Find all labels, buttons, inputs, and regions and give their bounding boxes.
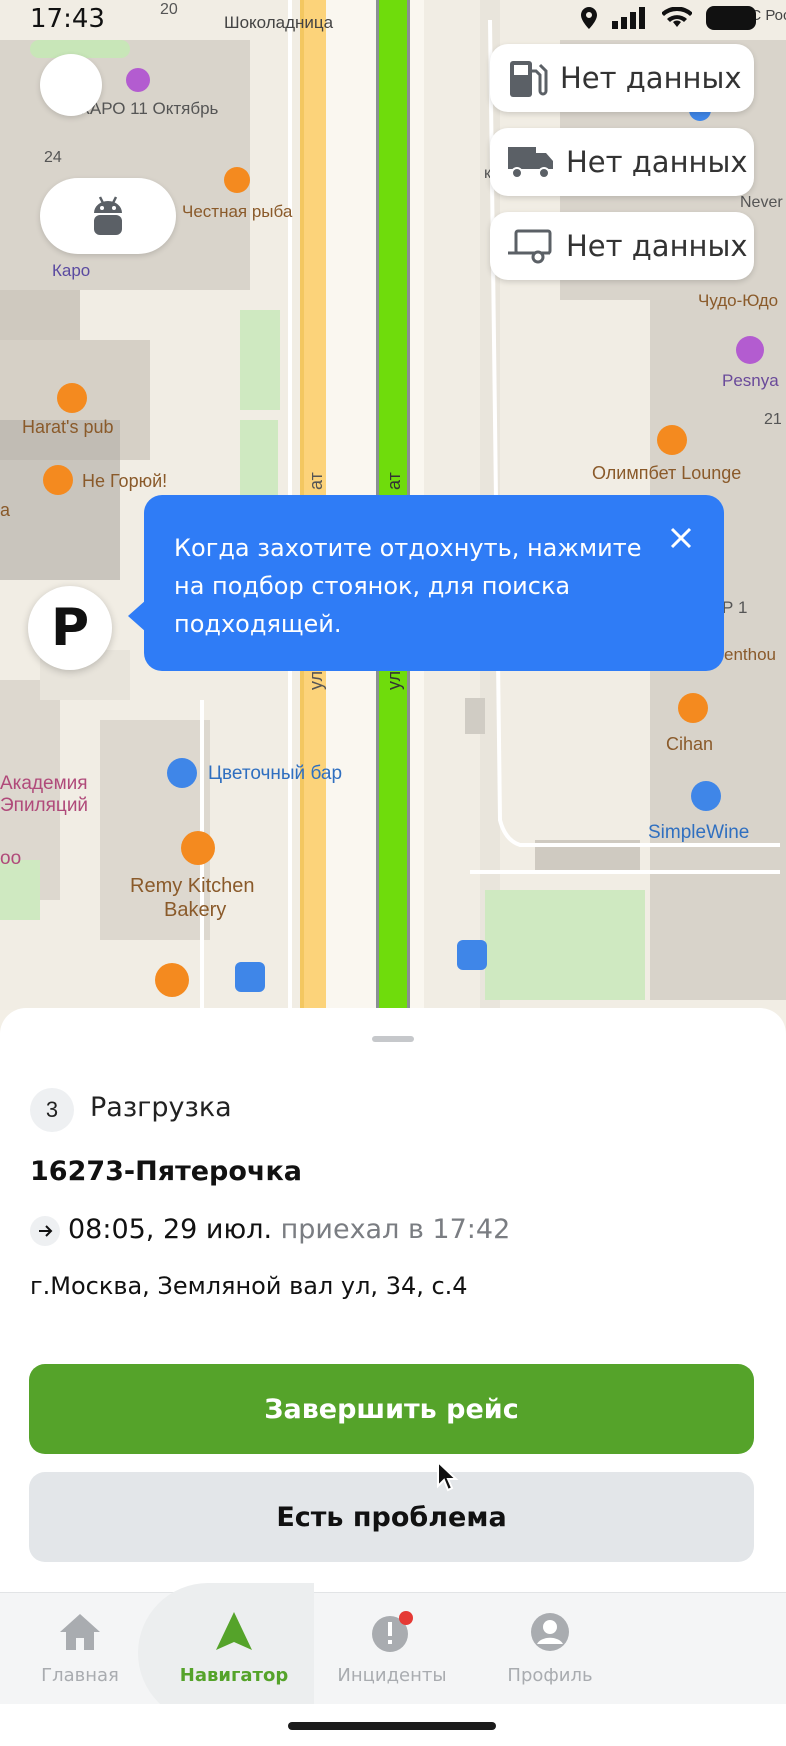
map-label: Чудо-Юдо: [698, 291, 778, 310]
home-indicator[interactable]: [288, 1722, 496, 1730]
truck-icon: [508, 147, 553, 179]
signal-icon: [612, 7, 645, 29]
map-label: Cihan: [666, 734, 713, 754]
location-icon: [581, 7, 597, 29]
fuel-info-pill[interactable]: Нет данных: [490, 44, 754, 112]
mouse-cursor-icon: [437, 1460, 459, 1492]
delivery-address: г.Москва, Земляной вал ул, 34, с.4: [30, 1272, 468, 1300]
arrival-time-line: 08:05, 29 июл. приехал в 17:42: [68, 1214, 510, 1245]
nav-item-home[interactable]: Главная: [0, 1593, 160, 1705]
map-label: Р 1: [722, 598, 748, 617]
map-label: ат: [306, 472, 326, 490]
nav-label: Навигатор: [179, 1665, 289, 1686]
map-label: оо: [0, 848, 21, 869]
status-bar: 17:43: [0, 0, 786, 40]
truck-info-pill[interactable]: Нет данных: [490, 128, 754, 196]
navigator-icon: [216, 1612, 252, 1650]
nav-item-profile[interactable]: Профиль: [470, 1593, 630, 1705]
status-icons: [580, 6, 756, 30]
map-label: Bakery: [164, 899, 226, 921]
map-label: Never: [740, 194, 783, 211]
sheet-drag-handle[interactable]: [372, 1036, 414, 1042]
close-icon[interactable]: [668, 525, 694, 551]
report-problem-button[interactable]: Есть проблема: [29, 1472, 754, 1562]
step-number-badge: 3: [30, 1088, 74, 1132]
parking-button[interactable]: P: [28, 586, 112, 670]
map-label: Честная рыба: [182, 202, 293, 221]
fuel-info-text: Нет данных: [560, 61, 742, 95]
map-label: Pesnya: [722, 371, 779, 390]
status-time: 17:43: [30, 4, 105, 34]
truck-info-text: Нет данных: [566, 145, 748, 179]
map-label: Академия: [0, 773, 88, 794]
arrow-right-icon: [30, 1216, 60, 1246]
map-label: Эпиляций: [0, 795, 88, 816]
map-label: ул: [306, 671, 326, 690]
trailer-info-pill[interactable]: Нет данных: [490, 212, 754, 280]
map-label: enthou: [724, 645, 776, 664]
map-label: 21: [764, 411, 782, 428]
route-point-sheet: 3 Разгрузка 16273-Пятерочка 08:05, 29 ию…: [0, 1008, 786, 1592]
map-label: 24: [44, 149, 62, 166]
nav-label: Главная: [41, 1665, 119, 1686]
fuel-icon: [510, 61, 548, 97]
bottom-navigation: Главная Навигатор Инциденты Профиль: [0, 1583, 786, 1723]
map-label: КАРО 11 Октябрь: [80, 99, 219, 118]
trailer-info-text: Нет данных: [566, 229, 748, 263]
arrived-time: приехал в 17:42: [280, 1214, 511, 1245]
nav-item-incidents[interactable]: Инциденты: [312, 1593, 472, 1705]
battery-icon: [706, 6, 756, 30]
nav-item-navigator[interactable]: Навигатор: [154, 1593, 314, 1705]
map-label: Не Горюй!: [82, 471, 167, 491]
scheduled-time: 08:05, 29 июл.: [68, 1214, 273, 1245]
map-label: ат: [384, 472, 404, 490]
android-icon: [94, 196, 122, 235]
map-label: Harat's pub: [22, 417, 114, 437]
profile-icon: [531, 1613, 569, 1651]
map-label: ул: [384, 671, 404, 690]
finish-trip-button[interactable]: Завершить рейс: [29, 1364, 754, 1454]
map-label: Remy Kitchen: [130, 875, 255, 897]
store-name: 16273-Пятерочка: [30, 1156, 302, 1187]
trailer-icon: [508, 229, 552, 264]
incident-icon: [372, 1611, 413, 1652]
parking-tooltip: Когда захотите отдохнуть, нажмите на под…: [144, 495, 724, 671]
map-label: Олимпбет Lounge: [592, 463, 741, 483]
map-label: SimpleWine: [648, 822, 749, 843]
tooltip-text: Когда захотите отдохнуть, нажмите на под…: [174, 534, 642, 638]
android-button[interactable]: [40, 178, 176, 254]
compass-button[interactable]: [40, 54, 102, 116]
map-label: Цветочный бар: [208, 763, 342, 784]
map-label: Каро: [52, 261, 90, 280]
map-label: а: [0, 500, 11, 520]
nav-label: Профиль: [507, 1665, 593, 1686]
step-label: Разгрузка: [90, 1092, 232, 1123]
home-icon: [60, 1614, 100, 1650]
nav-label: Инциденты: [337, 1665, 447, 1686]
wifi-icon: [662, 7, 692, 27]
